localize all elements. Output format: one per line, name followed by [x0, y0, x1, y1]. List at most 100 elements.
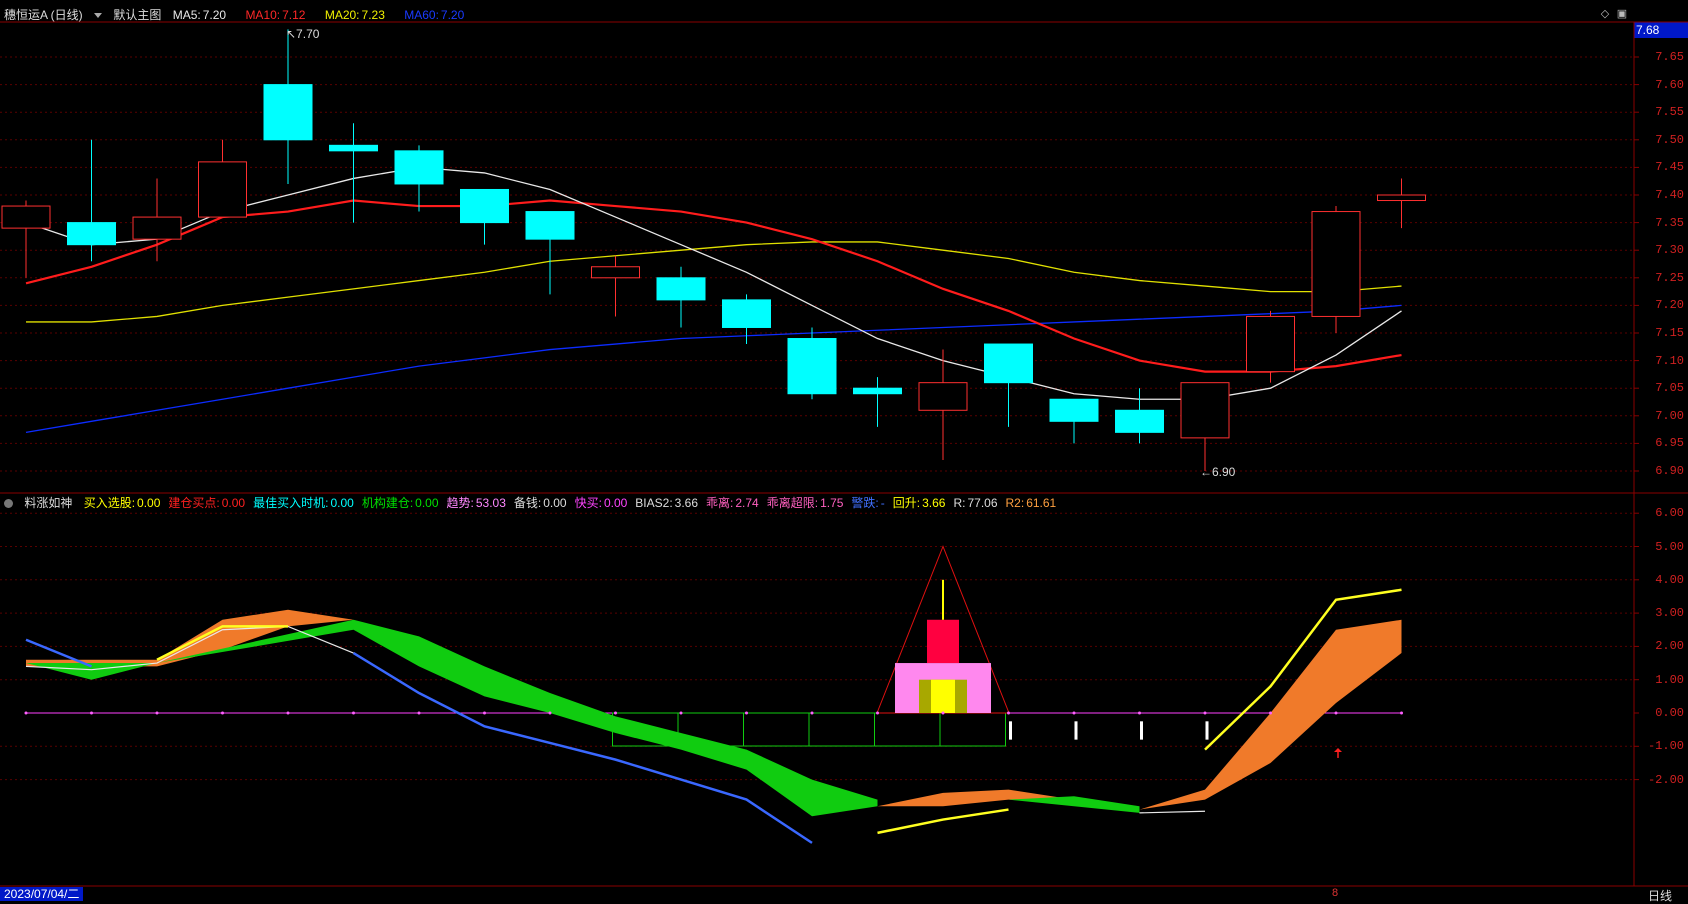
readout-label: 买入选股: [83, 496, 136, 510]
price-tick-label: 7.65 [1655, 50, 1684, 64]
bottom-marker: 8 [1332, 887, 1339, 899]
zero-dot [614, 711, 617, 715]
zero-dot [679, 711, 683, 715]
osc-tick-label: 2.00 [1655, 639, 1684, 654]
indicator-toggle-icon[interactable] [4, 499, 13, 509]
readout-value: - [880, 496, 885, 510]
zero-dot [1072, 711, 1076, 715]
candle-body [1115, 409, 1164, 433]
candle-body [1246, 315, 1295, 373]
candle-body [918, 382, 968, 411]
readout-value: 53.03 [475, 496, 506, 510]
low-annotation: ←6.90 [1200, 465, 1236, 479]
readout-label: 警跌: [851, 496, 879, 510]
zero-dot [90, 711, 93, 715]
indicator-readout: R: 77.06 [953, 496, 997, 510]
indicator-readout: R2: 61.61 [1006, 496, 1057, 510]
price-tick-label: 7.30 [1655, 243, 1684, 258]
cursor-date-label: 2023/07/04/二 [0, 887, 84, 901]
zero-dot [1203, 711, 1207, 715]
readout-value: 77.06 [967, 496, 998, 510]
readout-label: R: [953, 496, 966, 510]
readout-label: BIAS2: [635, 496, 673, 510]
green-band [26, 619, 878, 817]
readout-label: 最佳买入时机: [253, 496, 329, 510]
candle-body [329, 144, 378, 152]
indicator-readout: BIAS2: 3.66 [635, 496, 698, 510]
candle-body [984, 343, 1033, 384]
readout-label: 备钱: [513, 496, 542, 510]
indicator-readout: 买入选股: 0.00 [84, 496, 161, 510]
price-tick-label: 7.40 [1655, 188, 1684, 202]
candle-body [656, 277, 706, 301]
zero-dot [286, 711, 290, 715]
period-label[interactable]: 日线 [1648, 887, 1672, 904]
orange-band [1139, 619, 1402, 810]
readout-label: 乖离超限: [766, 496, 819, 510]
indicator-name[interactable]: 料涨如神 [24, 496, 72, 510]
candle-body [1311, 211, 1361, 317]
readout-value: 1.75 [820, 496, 844, 510]
ma10-line [25, 199, 1402, 373]
candle-body [460, 188, 509, 224]
price-tick-label: 7.15 [1655, 326, 1684, 340]
osc-tick-label: 0.00 [1655, 706, 1684, 720]
buy-arrow-head [1334, 747, 1342, 752]
price-tick-label: 6.95 [1655, 436, 1684, 451]
candle-body [1377, 194, 1426, 202]
osc-tick-label: 3.00 [1655, 606, 1684, 621]
readout-value: 61.61 [1026, 496, 1057, 510]
zero-dot [1269, 711, 1272, 715]
candle-body [132, 216, 182, 240]
candle-body [1180, 382, 1230, 439]
osc-tick-label: 6.00 [1655, 506, 1684, 521]
readout-label: 趋势: [446, 496, 474, 510]
accumulation-box [939, 712, 1006, 747]
price-tick-label: 7.35 [1655, 215, 1684, 230]
price-tick-label: 7.05 [1655, 381, 1684, 396]
candle-body [853, 387, 902, 395]
indicator-readout: 快买: 0.00 [575, 496, 628, 510]
indicator-readouts: 买入选股: 0.00 建仓买点: 0.00 最佳买入时机: 0.00 机构建仓: 0.00 趋势… [84, 496, 1065, 510]
price-tick-label: 7.55 [1655, 105, 1684, 120]
price-tick-label: 7.45 [1655, 160, 1684, 175]
indicator-readout: 最佳买入时机: 0.00 [253, 496, 354, 510]
chart-canvas[interactable]: ↖7.70 ←6.90 [0, 0, 1688, 901]
accumulation-box [808, 712, 875, 747]
readout-label: 快买: [574, 496, 602, 510]
readout-value: 0.00 [543, 496, 567, 510]
signal-red-block [927, 619, 959, 664]
osc-tick-label: 1.00 [1655, 672, 1684, 687]
indicator-readout: 回升: 3.66 [893, 496, 946, 510]
indicator-readout: 警跌: - [851, 496, 884, 510]
osc-yellow-line [877, 808, 1009, 835]
zero-dot [1400, 711, 1403, 715]
zero-dot [1138, 711, 1141, 715]
green-band [1008, 796, 1140, 813]
zero-dot [352, 711, 355, 715]
readout-label: 乖离: [706, 496, 734, 510]
zero-dot [876, 711, 879, 715]
price-tick-label: 7.25 [1655, 270, 1684, 285]
readout-label: 机构建仓: [361, 496, 414, 510]
osc-blue-line [352, 651, 813, 844]
accumulation-box [874, 712, 941, 747]
orange-band [26, 609, 354, 667]
readout-label: 建仓买点: [168, 496, 220, 510]
price-tick-label: 7.50 [1655, 132, 1684, 147]
osc-tick-label: -1.00 [1647, 739, 1684, 754]
zero-dot [417, 711, 421, 715]
readout-value: 0.00 [330, 496, 354, 510]
zero-dot [941, 711, 945, 715]
indicator-readout: 乖离超限: 1.75 [767, 496, 844, 510]
candle-body [525, 211, 575, 240]
zero-dot [1334, 711, 1338, 715]
readout-value: 2.74 [735, 496, 759, 510]
indicator-readout: 乖离: 2.74 [706, 496, 759, 510]
osc-white-line [1139, 810, 1206, 814]
readout-value: 0.00 [137, 496, 161, 510]
price-tick-label: 7.60 [1655, 77, 1684, 92]
zero-dot [1007, 711, 1010, 715]
readout-value: 0.00 [603, 496, 628, 510]
readout-value: 3.66 [922, 496, 946, 510]
